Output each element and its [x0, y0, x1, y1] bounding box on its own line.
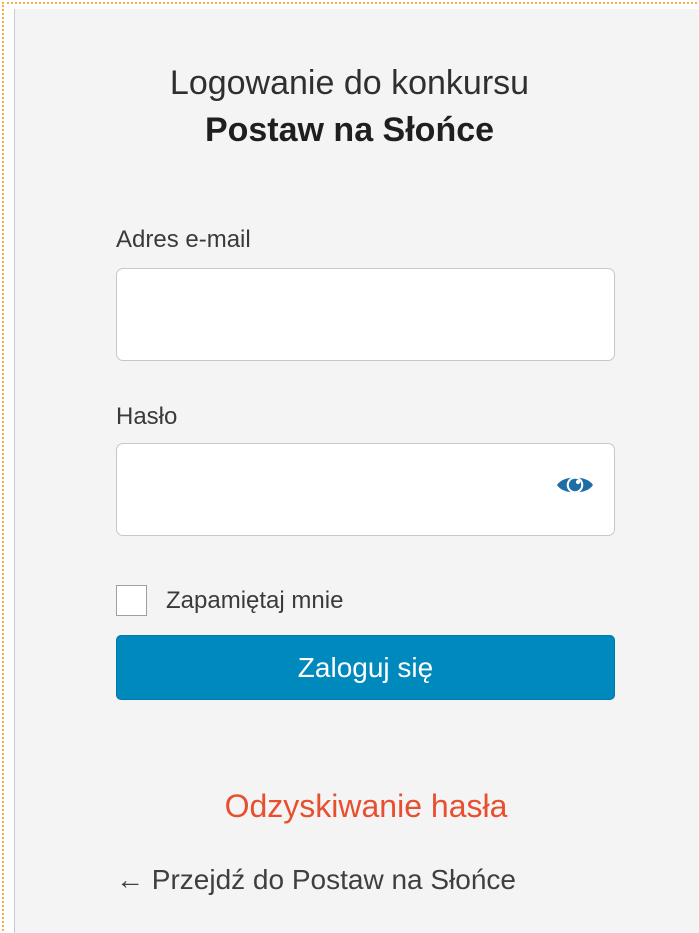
back-to-site-link[interactable]: ← Przejdź do Postaw na Słońce — [116, 864, 516, 896]
password-recovery-link[interactable]: Odzyskiwanie hasła — [0, 788, 699, 825]
email-label: Adres e-mail — [116, 226, 251, 253]
remember-label: Zapamiętaj mnie — [166, 587, 344, 614]
password-label: Hasło — [116, 403, 178, 430]
remember-checkbox[interactable] — [116, 585, 147, 616]
login-button[interactable]: Zaloguj się — [116, 635, 615, 700]
password-field[interactable] — [116, 443, 615, 536]
eye-icon[interactable] — [553, 469, 597, 501]
email-field[interactable] — [116, 268, 615, 361]
page-title-line1: Logowanie do konkursu — [169, 64, 530, 102]
page-title-line2: Postaw na Słońce — [204, 111, 495, 149]
